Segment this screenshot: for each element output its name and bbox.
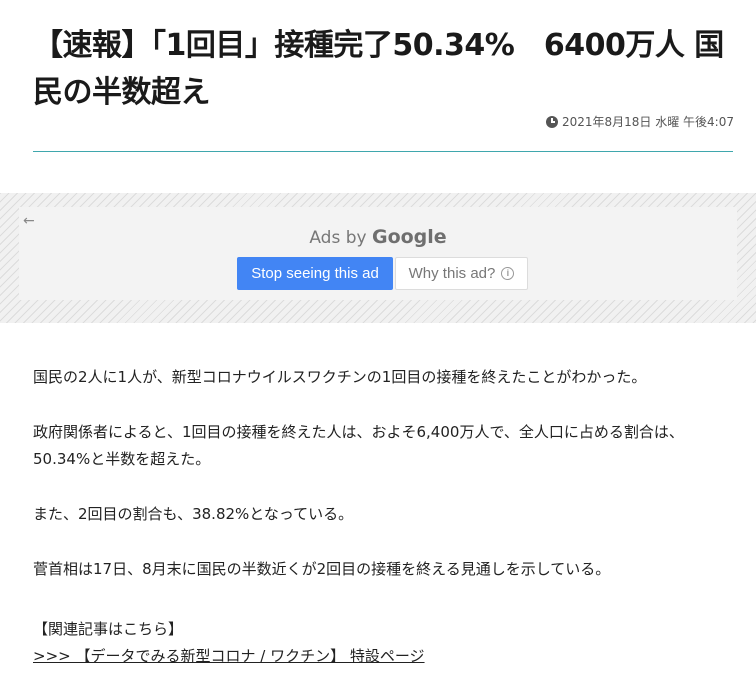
related-special-page-link[interactable]: >>> 【データでみる新型コロナ / ワクチン】 特設ページ [33,644,425,668]
paragraph: 国民の2人に1人が、新型コロナウイルスワクチンの1回目の接種を終えたことがわかっ… [33,368,647,386]
ad-actions: Stop seeing this ad Why this ad? i [237,257,528,290]
why-this-ad-label: Why this ad? [408,265,496,282]
ad-panel: ← Ads by Google Stop seeing this ad Why … [19,207,737,300]
title-divider [33,151,733,152]
paragraph: 政府関係者によると、1回目の接種を終えた人は、およそ6,400万人で、全人口に占… [33,423,684,468]
paragraph: また、2回目の割合も、38.82%となっている。 [33,505,354,523]
info-icon: i [501,267,515,280]
ads-by-label: Ads by [309,228,367,248]
clock-icon [545,115,558,128]
publish-meta: 2021年8月18日 水曜 午後4:07 [545,113,734,130]
related-articles-label: 【関連記事はこちら】 [33,620,184,638]
paragraph: 菅首相は17日、8月末に国民の半数近くが2回目の接種を終える見通しを示している。 [33,560,611,578]
ad-container: ← Ads by Google Stop seeing this ad Why … [0,193,756,323]
publish-date: 2021年8月18日 水曜 午後4:07 [561,115,734,129]
why-this-ad-button[interactable]: Why this ad? i [395,257,528,290]
stop-seeing-ad-button[interactable]: Stop seeing this ad [237,257,393,290]
article-title: 【速報】「1回目」接種完了50.34% 6400万人 国民の半数超え [33,28,724,110]
article-body: 国民の2人に1人が、新型コロナウイルスワクチンの1回目の接種を終えたことがわかっ… [33,364,733,611]
google-logo: Google [371,226,447,248]
ads-by-google: Ads by Google [19,226,737,248]
